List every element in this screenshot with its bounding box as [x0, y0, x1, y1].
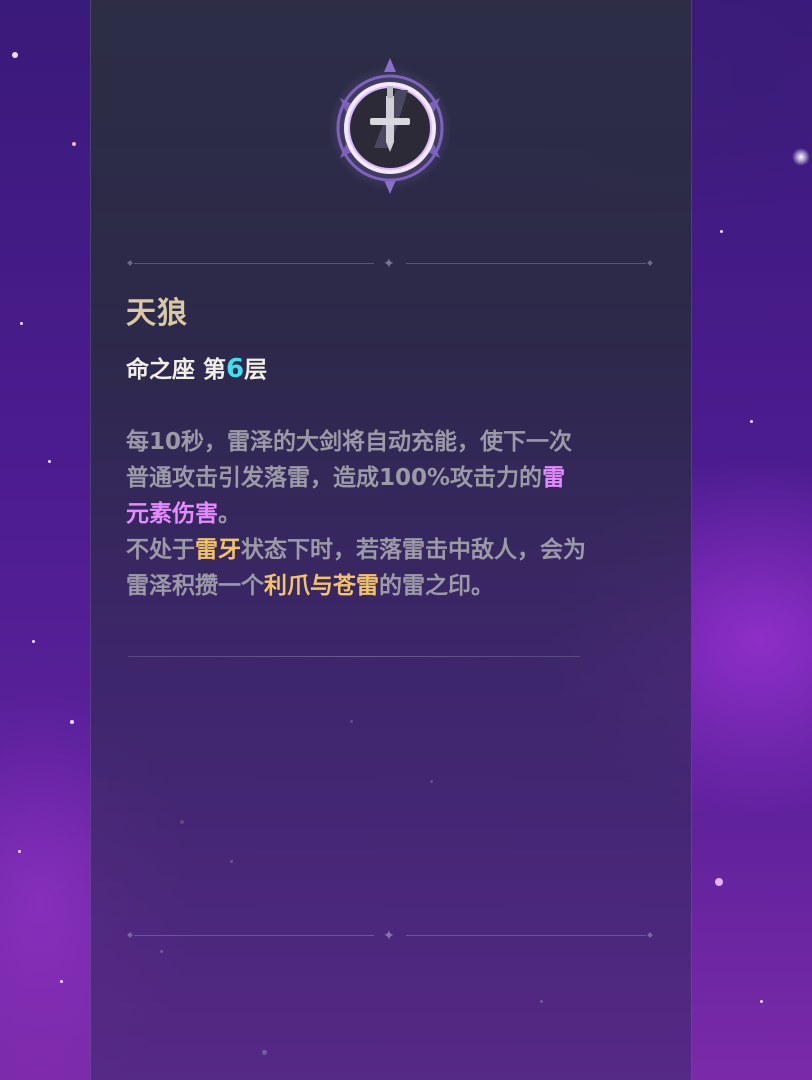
level-prefix: 命之座 第 — [126, 357, 227, 383]
lightning-fang-highlight: 雷牙 — [195, 537, 241, 563]
constellation-name: 天狼 — [126, 296, 188, 331]
description-text-end: 。 — [218, 501, 241, 527]
description-text: 不处于 — [126, 537, 195, 563]
level-number: 6 — [226, 354, 245, 384]
constellation-level: 命之座 第6层 — [126, 350, 267, 384]
constellation-description: 每10秒，雷泽的大剑将自动充能，使下一次普通攻击引发落雷，造成100%攻击力的雷… — [126, 424, 588, 604]
description-text-end: 的雷之印。 — [379, 573, 494, 599]
top-ornament-divider: ✦ — [127, 257, 653, 271]
claw-and-thunder-highlight: 利爪与苍雷 — [264, 573, 379, 599]
level-suffix: 层 — [244, 357, 268, 383]
description-separator — [128, 656, 580, 657]
sword-lightning-icon — [330, 58, 450, 194]
bottom-ornament-divider: ✦ — [127, 929, 653, 943]
description-text: 每10秒，雷泽的大剑将自动充能，使下一次普通攻击引发落雷，造成100%攻击力的 — [126, 429, 573, 491]
